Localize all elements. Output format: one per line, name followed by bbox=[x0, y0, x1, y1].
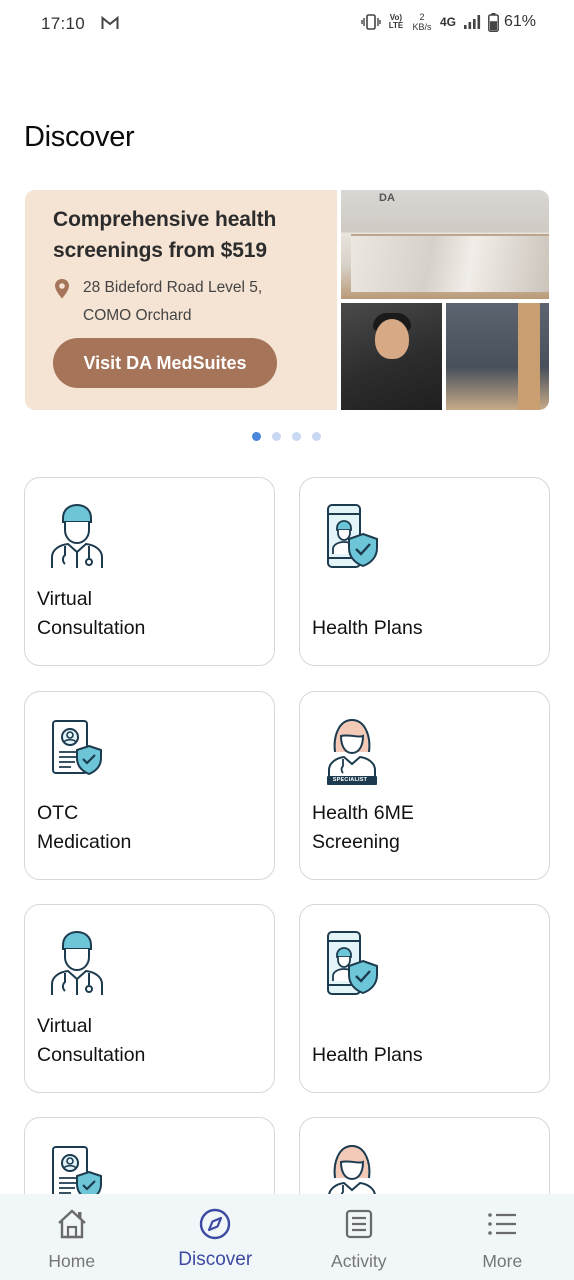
card-label: Health Plans bbox=[312, 617, 423, 639]
banner-photos: DA bbox=[337, 190, 549, 410]
promo-banner[interactable]: Comprehensive health screenings from $51… bbox=[25, 190, 549, 410]
card-label: OTC Medication bbox=[37, 802, 132, 853]
menu-icon bbox=[488, 1213, 517, 1235]
banner-address-line1: 28 Bideford Road Level 5, bbox=[83, 279, 263, 296]
card-health-screening[interactable]: SPECIALIST Health 6ME Screening bbox=[299, 691, 550, 880]
gmail-icon bbox=[101, 15, 119, 29]
status-bar: 17:10 Vo) LTE 2 KB/s 4G 61% bbox=[0, 0, 574, 48]
specialist-icon bbox=[322, 716, 382, 786]
lounge-photo bbox=[446, 303, 549, 410]
reception-photo: DA bbox=[341, 190, 549, 299]
nav-item-home[interactable]: Home bbox=[0, 1194, 144, 1280]
nav-item-more[interactable]: More bbox=[431, 1194, 574, 1280]
page-dot-3[interactable] bbox=[292, 432, 301, 441]
doctor-icon bbox=[47, 502, 107, 572]
nav-item-activity[interactable]: Activity bbox=[287, 1194, 431, 1280]
nav-label-more: More bbox=[482, 1251, 523, 1271]
compass-icon bbox=[200, 1208, 231, 1240]
status-time: 17:10 bbox=[41, 14, 86, 33]
battery-percent: 61% bbox=[503, 13, 536, 30]
network-type: 4G bbox=[439, 15, 456, 29]
page-dot-1[interactable] bbox=[252, 432, 261, 441]
page-dot-2[interactable] bbox=[272, 432, 281, 441]
card-virtual-consultation[interactable]: Virtual Consultation bbox=[24, 477, 275, 666]
location-pin-icon bbox=[55, 279, 69, 299]
signal-icon bbox=[463, 15, 481, 29]
card-label: Health Plans bbox=[312, 1044, 423, 1066]
nav-label-discover: Discover bbox=[178, 1249, 253, 1270]
page-title: Discover bbox=[24, 121, 135, 153]
card-virtual-consultation-2[interactable]: Virtual Consultation bbox=[24, 904, 275, 1093]
volte-indicator: Vo) LTE bbox=[388, 13, 404, 30]
banner-page-indicator[interactable] bbox=[252, 432, 321, 441]
card-label: Health 6ME Screening bbox=[312, 802, 414, 853]
network-speed: 2 KB/s bbox=[412, 12, 432, 32]
id-card-shield-icon bbox=[47, 716, 107, 786]
bottom-nav: Home Discover Activity More bbox=[0, 1194, 574, 1280]
nav-label-home: Home bbox=[48, 1251, 96, 1271]
phone-doctor-shield-icon bbox=[322, 502, 382, 572]
banner-address: 28 Bideford Road Level 5, COMO Orchard bbox=[53, 277, 337, 330]
doctor-photo bbox=[341, 303, 442, 410]
card-otc-medication[interactable]: OTC Medication bbox=[24, 691, 275, 880]
card-label: Virtual Consultation bbox=[37, 588, 146, 639]
vibrate-icon bbox=[361, 14, 381, 30]
battery-icon bbox=[488, 12, 499, 32]
card-health-plans[interactable]: Health Plans bbox=[299, 477, 550, 666]
visit-da-medsuites-button[interactable]: Visit DA MedSuites bbox=[53, 338, 277, 388]
home-icon bbox=[57, 1209, 86, 1239]
nav-item-discover[interactable]: Discover bbox=[144, 1194, 288, 1280]
photo-logo: DA bbox=[379, 192, 395, 204]
list-icon bbox=[345, 1209, 372, 1239]
banner-address-line2: COMO Orchard bbox=[83, 307, 192, 324]
phone-doctor-shield-icon bbox=[322, 929, 382, 999]
card-health-plans-2[interactable]: Health Plans bbox=[299, 904, 550, 1093]
specialist-caption: SPECIALIST bbox=[332, 777, 368, 783]
card-label: Virtual Consultation bbox=[37, 1015, 146, 1066]
banner-headline: Comprehensive health screenings from $51… bbox=[53, 208, 277, 262]
doctor-icon bbox=[47, 929, 107, 999]
nav-label-activity: Activity bbox=[331, 1251, 387, 1271]
banner-text: Comprehensive health screenings from $51… bbox=[25, 190, 337, 410]
page-dot-4[interactable] bbox=[312, 432, 321, 441]
